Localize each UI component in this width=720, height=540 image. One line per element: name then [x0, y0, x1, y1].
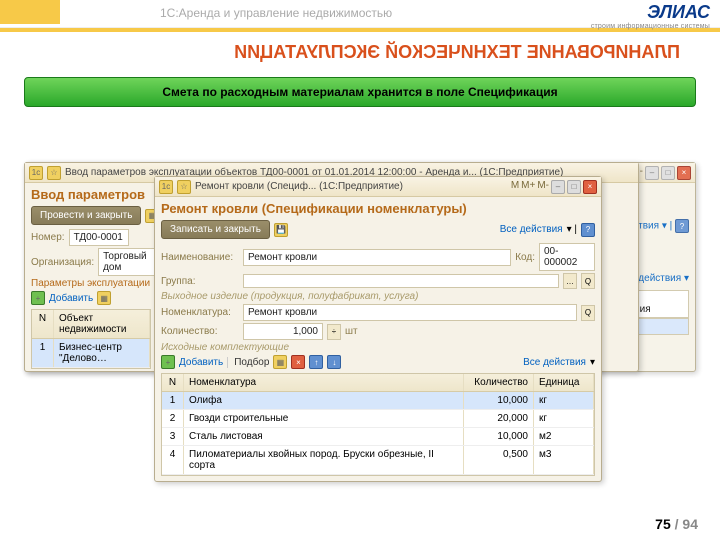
- app-icon: 1c: [159, 180, 173, 194]
- all-actions-link-2[interactable]: Все действия: [523, 357, 586, 368]
- name-label: Наименование:: [161, 252, 239, 263]
- app-icon: 1c: [29, 166, 43, 180]
- save-close-button[interactable]: Провести и закрыть: [31, 206, 141, 225]
- group-field[interactable]: [243, 274, 559, 288]
- slide-title: ПЛАНИРОВАНИЕ ТЕХНИЧЕСКОЙ ЭКСПЛУАТАЦИИ: [0, 32, 720, 69]
- m-plus-button[interactable]: M+: [521, 180, 535, 194]
- minimize-icon[interactable]: –: [645, 166, 659, 180]
- table-row[interactable]: 4 Пиломатериалы хвойных пород. Бруски об…: [162, 446, 594, 475]
- number-field[interactable]: ТД00-0001: [69, 229, 129, 246]
- org-label: Организация:: [31, 257, 94, 268]
- components-label: Исходные комплектующие: [161, 342, 595, 353]
- select-button[interactable]: Подбор: [227, 357, 269, 368]
- page-number: 75 / 94: [655, 516, 698, 532]
- stage: 1c ☆ M M+ M- – □ × Все действия ▾ | ? Вс…: [24, 162, 696, 492]
- code-label: Код:: [515, 252, 535, 263]
- table-row[interactable]: 1 Олифа 10,000 кг: [162, 392, 594, 410]
- help-icon[interactable]: ?: [675, 219, 689, 233]
- group-label: Группа:: [161, 276, 239, 287]
- nomen-open-icon[interactable]: Q: [581, 305, 595, 321]
- front-window: 1c ☆ Ремонт кровли (Специф... (1С:Предпр…: [154, 176, 602, 482]
- group-open-icon[interactable]: Q: [581, 273, 595, 289]
- add-icon[interactable]: +: [31, 291, 45, 305]
- col-unit: Единица: [534, 374, 594, 391]
- page-total: 94: [682, 516, 698, 532]
- table-row[interactable]: 2 Гвозди строительные 20,000 кг: [162, 410, 594, 428]
- info-bar: Смета по расходным материалам хранится в…: [24, 77, 696, 107]
- logo: ЭЛИАС строим информационные системы: [591, 2, 710, 30]
- qty-unit: шт: [345, 326, 358, 337]
- maximize-icon[interactable]: □: [567, 180, 581, 194]
- save-close-button[interactable]: Записать и закрыть: [161, 220, 270, 239]
- col-object: Объект недвижимости: [54, 310, 150, 338]
- all-actions-link[interactable]: Все действия: [500, 224, 563, 235]
- close-icon[interactable]: ×: [677, 166, 691, 180]
- row-object: Бизнес-центр "Делово…: [54, 339, 150, 367]
- minimize-icon[interactable]: –: [551, 180, 565, 194]
- code-field[interactable]: 00-000002: [539, 243, 595, 271]
- logo-text: ЭЛИАС: [591, 2, 710, 23]
- col-n: N: [32, 310, 54, 338]
- app-title: 1С:Аренда и управление недвижимостью: [160, 6, 392, 20]
- help-icon[interactable]: ?: [581, 223, 595, 237]
- logo-subtitle: строим информационные системы: [591, 23, 710, 30]
- table-row[interactable]: 3 Сталь листовая 10,000 м2: [162, 428, 594, 446]
- nomen-field[interactable]: Ремонт кровли: [243, 304, 577, 321]
- col-n: N: [162, 374, 184, 391]
- info-bar-text: Смета по расходным материалам хранится в…: [162, 85, 557, 99]
- add-button[interactable]: Добавить: [49, 293, 93, 304]
- qty-label: Количество:: [161, 326, 239, 337]
- add-icon[interactable]: +: [161, 355, 175, 369]
- down-icon[interactable]: ↓: [327, 355, 341, 369]
- m-button[interactable]: M: [511, 180, 519, 194]
- qty-field[interactable]: 1,000: [243, 323, 323, 340]
- col-name: Номенклатура: [184, 374, 464, 391]
- name-field[interactable]: Ремонт кровли: [243, 249, 511, 266]
- add-button[interactable]: Добавить: [179, 357, 223, 368]
- top-bar: 1С:Аренда и управление недвижимостью ЭЛИ…: [0, 0, 720, 28]
- m-minus-button[interactable]: M-: [537, 180, 549, 194]
- front-heading: Ремонт кровли (Спецификации номенклатуры…: [161, 201, 595, 216]
- col-qty: Количество: [464, 374, 534, 391]
- star-icon[interactable]: ☆: [47, 166, 61, 180]
- page-current: 75: [655, 516, 671, 532]
- copy-icon[interactable]: ▦: [273, 355, 287, 369]
- window-title: Ремонт кровли (Специф... (1С:Предприятие…: [195, 181, 507, 192]
- group-picker-icon[interactable]: …: [563, 273, 577, 289]
- number-label: Номер:: [31, 232, 65, 243]
- save-icon[interactable]: 💾: [274, 223, 288, 237]
- components-grid: N Номенклатура Количество Единица 1 Олиф…: [161, 373, 595, 476]
- delete-icon[interactable]: ×: [291, 355, 305, 369]
- nomen-label: Номенклатура:: [161, 307, 239, 318]
- table-row[interactable]: 1 Бизнес-центр "Делово…: [32, 339, 150, 368]
- up-icon[interactable]: ↑: [309, 355, 323, 369]
- row-n: 1: [32, 339, 54, 367]
- star-icon[interactable]: ☆: [177, 180, 191, 194]
- close-icon[interactable]: ×: [583, 180, 597, 194]
- toolbar-icon-2[interactable]: ▦: [97, 291, 111, 305]
- qty-step-icon[interactable]: ÷: [327, 324, 341, 340]
- corner-decor: [0, 0, 60, 24]
- output-label: Выходное изделие (продукция, полуфабрика…: [161, 291, 595, 302]
- maximize-icon[interactable]: □: [661, 166, 675, 180]
